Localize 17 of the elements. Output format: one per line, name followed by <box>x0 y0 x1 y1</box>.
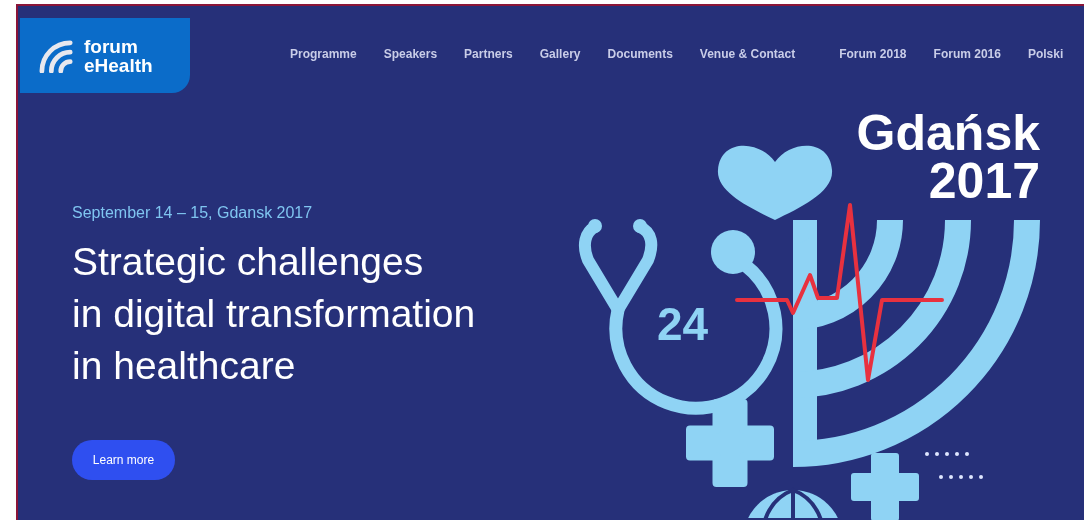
forum-ehealth-logo[interactable]: forum eHealth <box>20 18 190 93</box>
nav-link[interactable]: Venue & Contact <box>699 47 796 61</box>
nav-link[interactable]: Documents <box>607 47 673 61</box>
logo-text: eHealth <box>84 55 153 75</box>
hero-headline: Strategic challenges in digital transformation in healthcare <box>72 239 477 389</box>
nav-link[interactable]: Partners <box>464 47 513 61</box>
nav-link[interactable]: Speakers <box>383 47 438 61</box>
nav-link[interactable]: Polski <box>1027 47 1064 61</box>
nav-link[interactable]: Programme <box>290 47 357 61</box>
nav-link[interactable]: Forum 2018 <box>839 47 907 61</box>
signal-arcs-icon <box>38 38 76 73</box>
clock-number: 24 <box>657 298 709 350</box>
event-date: September 14 – 15, Gdansk 2017 <box>72 204 314 222</box>
logo-text: forum <box>84 36 139 56</box>
nav-link[interactable]: Forum 2016 <box>933 47 1001 61</box>
nav-link[interactable]: Gallery <box>539 47 581 61</box>
learn-more-button[interactable]: Learn more <box>72 440 175 480</box>
